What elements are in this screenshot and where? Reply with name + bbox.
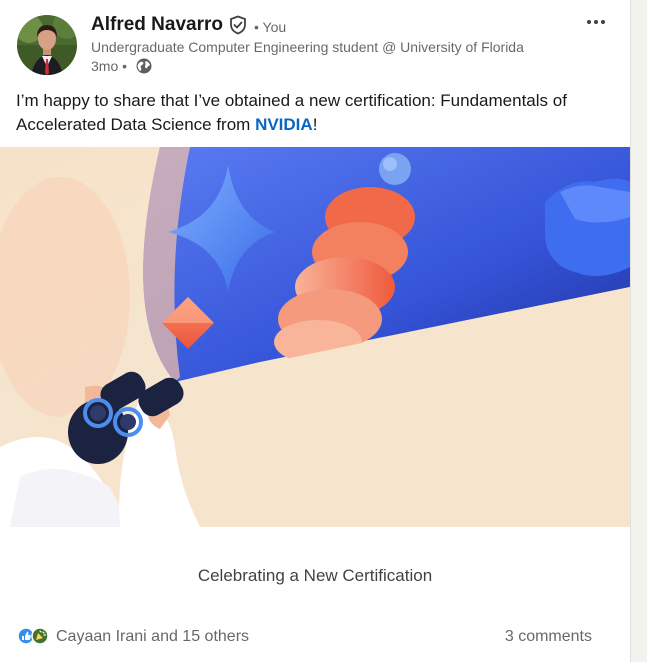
author-name[interactable]: Alfred Navarro [91, 14, 223, 36]
author-avatar[interactable] [17, 15, 77, 75]
post-text: I’m happy to share that I’ve obtained a … [16, 89, 616, 137]
author-headline: Undergraduate Computer Engineering stude… [91, 39, 524, 55]
reactions-icons[interactable] [16, 626, 52, 646]
mention-link-nvidia[interactable]: NVIDIA [255, 115, 313, 134]
author-relation: • You [254, 19, 287, 35]
post-card: Alfred Navarro • You Undergraduate Compu… [0, 0, 631, 662]
comments-count[interactable]: 3 comments [505, 628, 592, 646]
verified-shield-icon [228, 15, 248, 35]
more-options-icon[interactable] [583, 10, 609, 30]
globe-icon [135, 57, 153, 75]
image-caption: Celebrating a New Certification [197, 566, 433, 585]
reactions-summary[interactable]: Cayaan Irani and 15 others [56, 628, 249, 646]
certification-image[interactable] [0, 147, 630, 527]
post-text-end: ! [312, 115, 318, 134]
post-time: 3mo • [91, 58, 128, 74]
